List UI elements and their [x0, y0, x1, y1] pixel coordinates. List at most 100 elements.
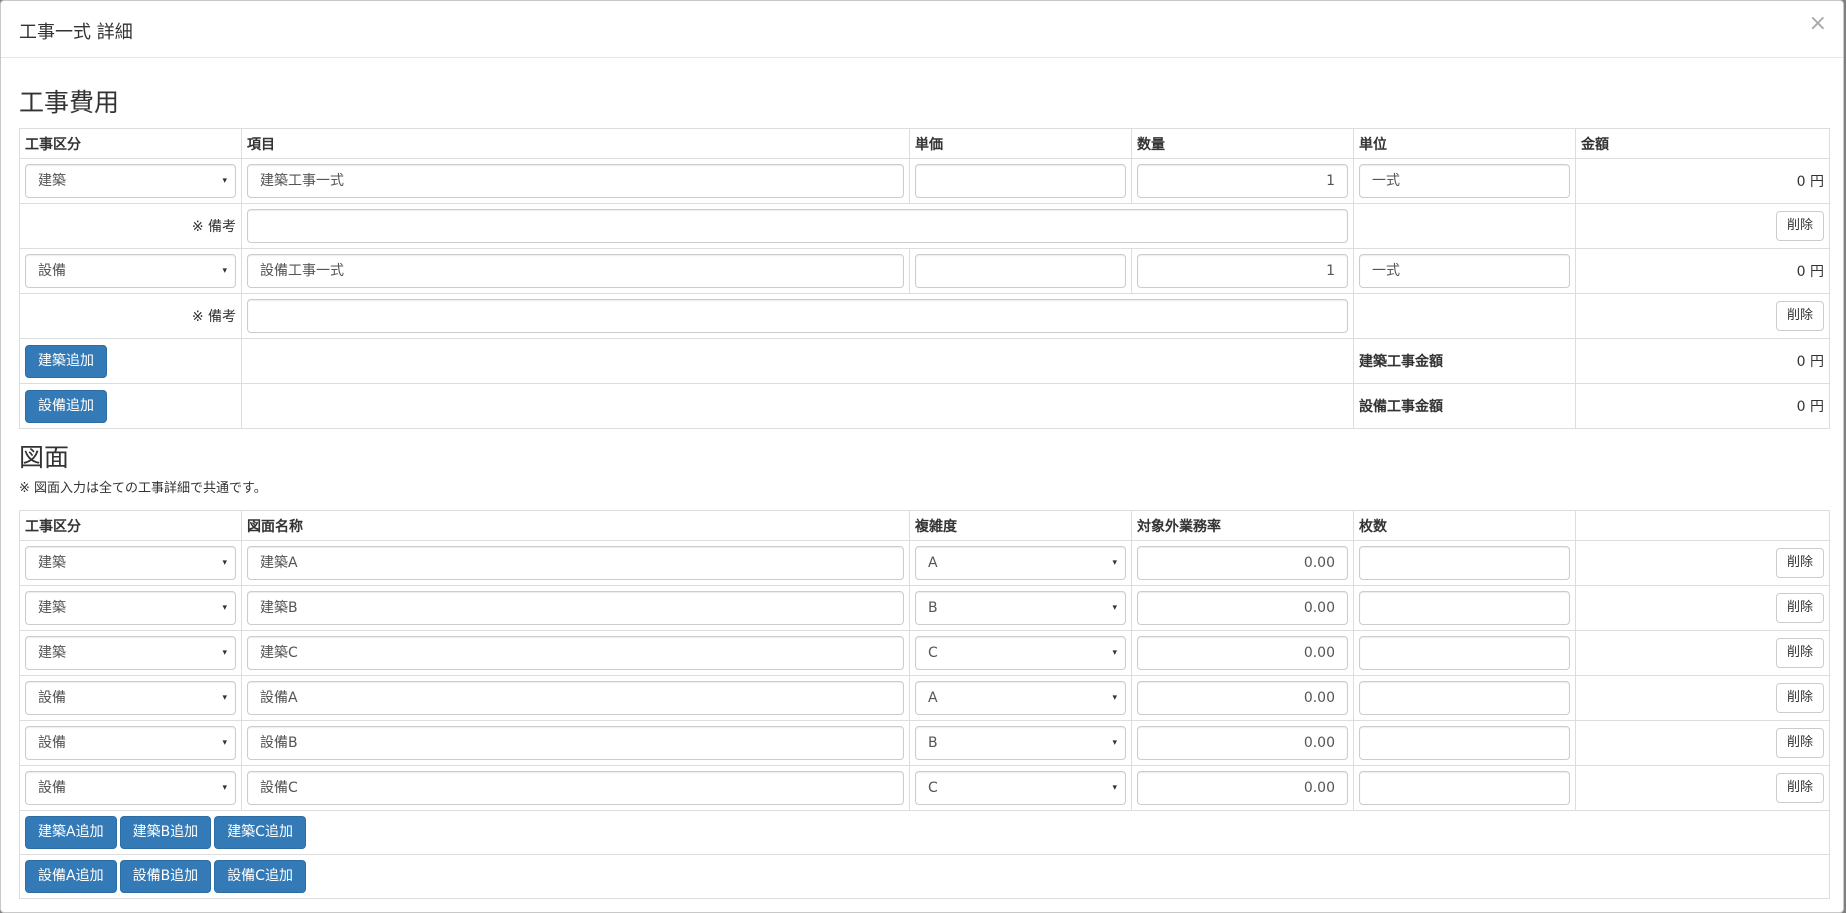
excluded-rate-input[interactable]: 0.00: [1137, 636, 1348, 670]
add-equipment-a-button[interactable]: 設備A追加: [25, 860, 117, 893]
total-amount: 0 円: [1575, 383, 1830, 429]
cost-remark-row: ※ 備考 削除: [19, 203, 1830, 249]
sheets-input[interactable]: [1359, 546, 1570, 580]
drawings-add-row: 設備A追加 設備B追加 設備C追加: [19, 854, 1830, 899]
delete-button[interactable]: 削除: [1775, 548, 1824, 578]
add-equipment-b-button[interactable]: 設備B追加: [119, 860, 212, 893]
sheets-input[interactable]: [1359, 726, 1570, 760]
delete-button[interactable]: 削除: [1775, 211, 1824, 241]
chevron-down-icon: ▾: [222, 266, 227, 276]
chevron-down-icon: ▾: [1112, 603, 1117, 613]
chevron-down-icon: ▾: [222, 558, 227, 568]
chevron-down-icon: ▾: [1112, 693, 1117, 703]
add-architecture-c-button[interactable]: 建築C追加: [214, 816, 306, 849]
delete-button[interactable]: 削除: [1775, 728, 1824, 758]
complexity-select[interactable]: B ▾: [915, 591, 1126, 625]
col-header-amount: 金額: [1575, 128, 1830, 159]
drawings-note: ※ 図面入力は全ての工事詳細で共通です。: [19, 481, 267, 496]
drawing-row: 設備 ▾ 設備C C ▾ 0.00 削除: [19, 765, 1830, 811]
chevron-down-icon: ▾: [1112, 558, 1117, 568]
modal-header: 工事一式 詳細 ×: [1, 1, 1843, 58]
drawing-name-input[interactable]: 建築B: [247, 591, 904, 625]
category-select[interactable]: 建築 ▾: [25, 164, 236, 198]
category-select[interactable]: 建築 ▾: [25, 636, 236, 670]
drawing-row: 建築 ▾ 建築A A ▾ 0.00 削除: [19, 540, 1830, 586]
chevron-down-icon: ▾: [222, 783, 227, 793]
amount-value: 0 円: [1575, 158, 1830, 204]
complexity-select[interactable]: A ▾: [915, 681, 1126, 715]
sheets-input[interactable]: [1359, 591, 1570, 625]
drawing-name-input[interactable]: 建築C: [247, 636, 904, 670]
complexity-select[interactable]: B ▾: [915, 726, 1126, 760]
drawing-name-input[interactable]: 建築A: [247, 546, 904, 580]
category-select[interactable]: 建築 ▾: [25, 591, 236, 625]
col-header-actions: [1575, 510, 1830, 541]
item-input[interactable]: 設備工事一式: [247, 254, 904, 288]
excluded-rate-input[interactable]: 0.00: [1137, 726, 1348, 760]
complexity-select[interactable]: A ▾: [915, 546, 1126, 580]
add-equipment-c-button[interactable]: 設備C追加: [214, 860, 306, 893]
cost-total-row: 建築追加 建築工事金額 0 円: [19, 338, 1830, 384]
excluded-rate-input[interactable]: 0.00: [1137, 546, 1348, 580]
category-select[interactable]: 建築 ▾: [25, 546, 236, 580]
drawings-section-title: 図面: [19, 443, 70, 472]
col-header-quantity: 数量: [1131, 128, 1354, 159]
remark-input[interactable]: [247, 299, 1348, 333]
quantity-input[interactable]: 1: [1137, 164, 1348, 198]
category-select[interactable]: 設備 ▾: [25, 254, 236, 288]
unit-input[interactable]: 一式: [1359, 164, 1570, 198]
drawing-name-input[interactable]: 設備C: [247, 771, 904, 805]
delete-button[interactable]: 削除: [1775, 593, 1824, 623]
add-architecture-button[interactable]: 建築追加: [25, 344, 107, 378]
complexity-select[interactable]: C ▾: [915, 636, 1126, 670]
col-header-complexity: 複雑度: [909, 510, 1132, 541]
col-header-excluded-rate: 対象外業務率: [1131, 510, 1354, 541]
chevron-down-icon: ▾: [1112, 648, 1117, 658]
col-header-item: 項目: [241, 128, 910, 159]
remark-label: ※ 備考: [19, 203, 242, 249]
cost-table: 工事区分 項目 単価 数量 単位 金額 建築 ▾ 建築工事一式 1 一式 0 円 …: [19, 128, 1830, 429]
drawings-table: 工事区分 図面名称 複雑度 対象外業務率 枚数 建築 ▾ 建築A A ▾ 0.00 …: [19, 510, 1830, 899]
sheets-input[interactable]: [1359, 681, 1570, 715]
complexity-select[interactable]: C ▾: [915, 771, 1126, 805]
item-input[interactable]: 建築工事一式: [247, 164, 904, 198]
cost-item-row: 建築 ▾ 建築工事一式 1 一式 0 円: [19, 158, 1830, 204]
drawing-name-input[interactable]: 設備A: [247, 681, 904, 715]
unit-input[interactable]: 一式: [1359, 254, 1570, 288]
cost-remark-row: ※ 備考 削除: [19, 293, 1830, 339]
category-select[interactable]: 設備 ▾: [25, 726, 236, 760]
sheets-input[interactable]: [1359, 636, 1570, 670]
unit-price-input[interactable]: [915, 164, 1126, 198]
quantity-input[interactable]: 1: [1137, 254, 1348, 288]
drawing-name-input[interactable]: 設備B: [247, 726, 904, 760]
modal-body: 工事費用 工事区分 項目 単価 数量 単位 金額 建築 ▾ 建築工事一式 1 一式: [1, 88, 1843, 899]
delete-button[interactable]: 削除: [1775, 638, 1824, 668]
col-header-category: 工事区分: [19, 128, 242, 159]
category-select[interactable]: 設備 ▾: [25, 771, 236, 805]
chevron-down-icon: ▾: [222, 176, 227, 186]
drawing-row: 設備 ▾ 設備B B ▾ 0.00 削除: [19, 720, 1830, 766]
add-architecture-b-button[interactable]: 建築B追加: [119, 816, 212, 849]
add-equipment-button[interactable]: 設備追加: [25, 389, 107, 423]
delete-button[interactable]: 削除: [1775, 301, 1824, 331]
excluded-rate-input[interactable]: 0.00: [1137, 591, 1348, 625]
chevron-down-icon: ▾: [222, 693, 227, 703]
close-icon[interactable]: ×: [1809, 13, 1827, 35]
remark-input[interactable]: [247, 209, 1348, 243]
cost-item-row: 設備 ▾ 設備工事一式 1 一式 0 円: [19, 248, 1830, 294]
excluded-rate-input[interactable]: 0.00: [1137, 681, 1348, 715]
category-select[interactable]: 設備 ▾: [25, 681, 236, 715]
sheets-input[interactable]: [1359, 771, 1570, 805]
drawings-add-row: 建築A追加 建築B追加 建築C追加: [19, 810, 1830, 855]
add-architecture-a-button[interactable]: 建築A追加: [25, 816, 117, 849]
unit-price-input[interactable]: [915, 254, 1126, 288]
delete-button[interactable]: 削除: [1775, 773, 1824, 803]
delete-button[interactable]: 削除: [1775, 683, 1824, 713]
cost-header-row: 工事区分 項目 単価 数量 単位 金額: [19, 128, 1830, 159]
amount-value: 0 円: [1575, 248, 1830, 294]
excluded-rate-input[interactable]: 0.00: [1137, 771, 1348, 805]
drawing-row: 建築 ▾ 建築B B ▾ 0.00 削除: [19, 585, 1830, 631]
chevron-down-icon: ▾: [1112, 783, 1117, 793]
modal-title: 工事一式 詳細: [19, 22, 133, 43]
construction-detail-modal: 工事一式 詳細 × 工事費用 工事区分 項目 単価 数量 単位 金額 建築 ▾ 建…: [0, 0, 1844, 913]
